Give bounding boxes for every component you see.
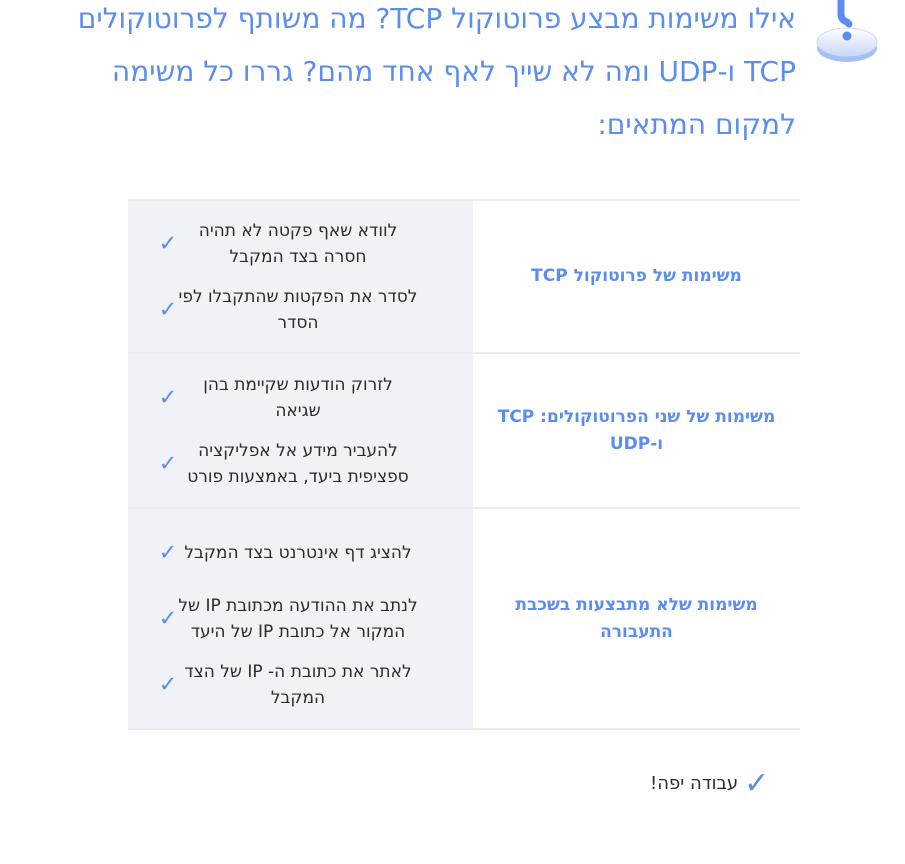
check-icon: ✓ — [158, 672, 178, 697]
draggable-task[interactable]: ✓ לנתב את ההודעה מכתובת IP של המקור אל כ… — [128, 586, 473, 652]
task-label: לסדר את הפקטות שהתקבלו לפי הסדר — [178, 286, 418, 333]
draggable-task[interactable]: ✓ לסדר את הפקטות שהתקבלו לפי הסדר — [128, 277, 473, 343]
task-label: להציג דף אינטרנט בצד המקבל — [184, 542, 412, 563]
task-label: לאתר את כתובת ה- IP של הצד המקבל — [184, 661, 412, 708]
table-row: משימות שלא מתבצעות בשכבת התעבורה ✓ להציג… — [128, 509, 800, 730]
task-table: משימות של פרוטוקול TCP ✓ לוודא שאף פקטה … — [128, 199, 800, 730]
question-text: אילו משימות מבצע פרוטוקול TCP? מה משותף … — [77, 2, 796, 141]
check-icon: ✓ — [158, 231, 178, 256]
category-cell: משימות של פרוטוקול TCP — [473, 201, 800, 352]
draggable-task[interactable]: ✓ לזרוק הודעות שקיימת בהן שגיאה — [128, 365, 473, 431]
draggable-task[interactable]: ✓ להציג דף אינטרנט בצד המקבל — [128, 520, 473, 586]
category-label: משימות שלא מתבצעות בשכבת התעבורה — [515, 594, 758, 642]
task-label: לזרוק הודעות שקיימת בהן שגיאה — [203, 374, 393, 421]
task-label: להעביר מידע אל אפליקציה ספציפית ביעד, בא… — [187, 440, 409, 487]
question-mark-icon — [811, 0, 883, 70]
task-label: לנתב את ההודעה מכתובת IP של המקור אל כתו… — [178, 595, 418, 642]
feedback-text: עבודה יפה! — [650, 773, 739, 794]
check-icon: ✓ — [158, 540, 178, 565]
check-icon: ✓ — [158, 297, 178, 322]
draggable-task[interactable]: ✓ לוודא שאף פקטה לא תהיה חסרה בצד המקבל — [128, 211, 473, 277]
category-label: משימות של פרוטוקול TCP — [531, 266, 742, 286]
feedback-message: עבודה יפה! ✓ — [650, 766, 769, 801]
check-icon: ✓ — [158, 451, 178, 476]
drop-zone[interactable]: ✓ לזרוק הודעות שקיימת בהן שגיאה ✓ להעביר… — [128, 354, 473, 507]
table-row: משימות של פרוטוקול TCP ✓ לוודא שאף פקטה … — [128, 201, 800, 354]
check-icon: ✓ — [744, 766, 770, 801]
table-row: משימות של שני הפרוטוקולים: TCP ו-UDP ✓ ל… — [128, 354, 800, 509]
draggable-task[interactable]: ✓ לאתר את כתובת ה- IP של הצד המקבל — [128, 652, 473, 718]
category-cell: משימות של שני הפרוטוקולים: TCP ו-UDP — [473, 354, 800, 507]
category-cell: משימות שלא מתבצעות בשכבת התעבורה — [473, 509, 800, 728]
draggable-task[interactable]: ✓ להעביר מידע אל אפליקציה ספציפית ביעד, … — [128, 431, 473, 497]
drop-zone[interactable]: ✓ לוודא שאף פקטה לא תהיה חסרה בצד המקבל … — [128, 201, 473, 352]
task-label: לוודא שאף פקטה לא תהיה חסרה בצד המקבל — [198, 220, 398, 267]
drop-zone[interactable]: ✓ להציג דף אינטרנט בצד המקבל ✓ לנתב את ה… — [128, 509, 473, 728]
check-icon: ✓ — [158, 606, 178, 631]
check-icon: ✓ — [158, 385, 178, 410]
category-label: משימות של שני הפרוטוקולים: TCP ו-UDP — [497, 406, 776, 454]
